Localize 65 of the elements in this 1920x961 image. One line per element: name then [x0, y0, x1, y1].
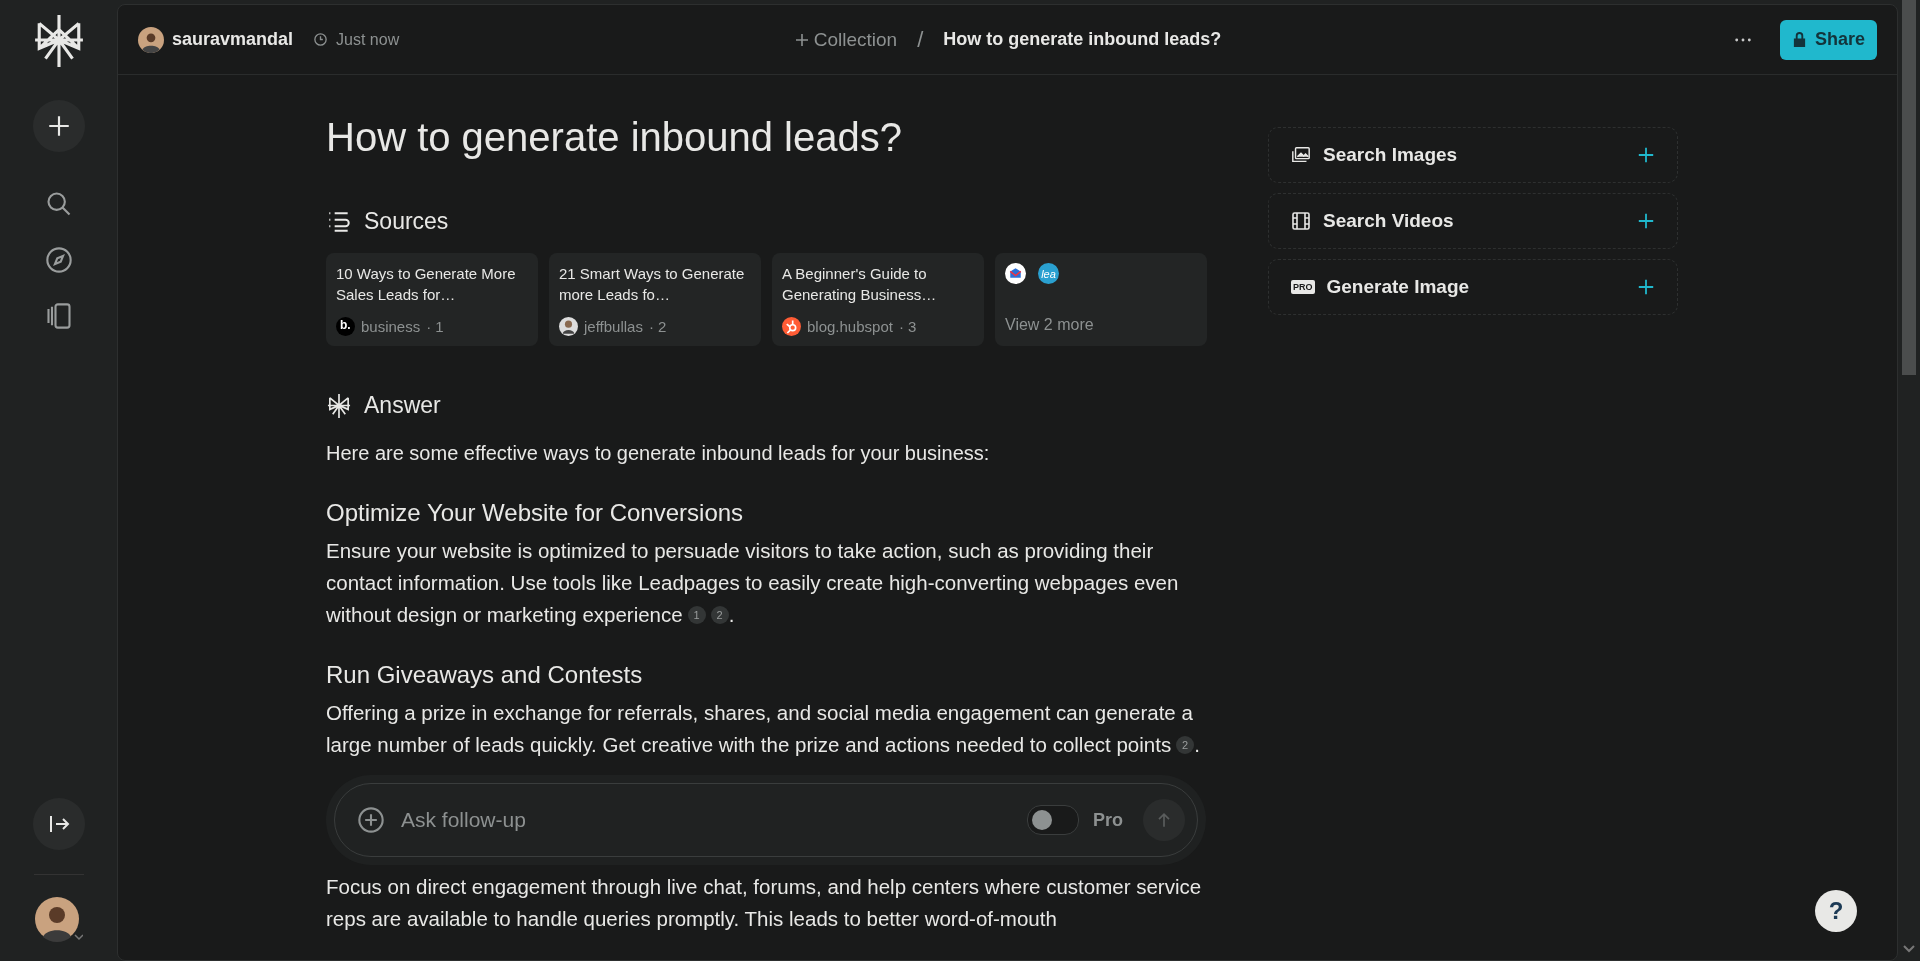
scroll-down-icon[interactable]: [1903, 945, 1915, 953]
more-sources-card[interactable]: lea View 2 more: [995, 253, 1207, 346]
follow-up-field[interactable]: Ask follow-up: [399, 807, 1013, 833]
action-button[interactable]: Search Videos: [1268, 193, 1678, 249]
citation-badge[interactable]: 2: [1176, 736, 1195, 754]
search-icon[interactable]: [44, 190, 73, 218]
help-button[interactable]: ?: [1815, 890, 1857, 932]
sprocket-icon: [782, 317, 801, 336]
source-site: business: [361, 318, 421, 335]
timestamp: Just now: [336, 30, 400, 49]
pro-label: Pro: [1093, 809, 1123, 831]
thread-title: How to generate inbound leads?: [943, 29, 1222, 50]
answer-subheading: Run Giveaways and Contests: [326, 661, 643, 689]
section-heading: Answer: [364, 392, 441, 419]
library-icon[interactable]: [44, 302, 73, 330]
scrollbar-thumb[interactable]: [1902, 0, 1916, 375]
source-site: jeffbullas: [584, 318, 643, 335]
page-title: How to generate inbound leads?: [326, 115, 902, 160]
answer-paragraph: Focus on direct engagement through live chat, forums, and help centers where customer service reps are available to handle queries promptly. This leads to better word-of-mouth: [326, 874, 1203, 932]
source-index: · 3: [898, 318, 917, 335]
share-button[interactable]: Share: [1779, 19, 1877, 60]
compass-icon[interactable]: [44, 246, 73, 274]
person-icon: [559, 317, 578, 336]
view-more-link[interactable]: View 2 more: [1005, 316, 1197, 334]
answer-paragraph: Offering a prize in exchange for referrals, shares, and social media engagement can generate a large number of leads quickly. Get creative with the prize and actions needed to collect points 2 .: [326, 700, 1201, 758]
avatar-icon[interactable]: [138, 26, 164, 53]
source-card[interactable]: 10 Ways to Generate More Sales Leads for… b. business · 1: [326, 253, 538, 346]
add-icon[interactable]: [1637, 212, 1655, 230]
source-index: · 2: [648, 318, 667, 335]
avatar-icon[interactable]: [34, 897, 83, 945]
citation-badge[interactable]: 1: [687, 606, 706, 624]
lock-icon: [1791, 31, 1807, 48]
breadcrumb-separator: /: [917, 26, 924, 53]
username[interactable]: sauravmandal: [172, 29, 294, 50]
answer-subheading: Optimize Your Website for Conversions: [326, 499, 744, 527]
answer-intro: Here are some effective ways to generate inbound leads for your business:: [326, 441, 990, 466]
logo-icon: [326, 392, 352, 419]
film-icon: [1291, 211, 1311, 231]
answer-paragraph: Ensure your website is optimized to persuade visitors to take action, such as providing their contact information. Use tools like Leadpages to easily create high-converting webpages even without design or marketing experience 1 2 .: [326, 538, 1180, 628]
add-icon[interactable]: [1637, 278, 1655, 296]
action-button[interactable]: Search Images: [1268, 127, 1678, 183]
source-title: 21 Smart Ways to Generate more Leads fo…: [559, 264, 746, 305]
source-card[interactable]: A Beginner's Guide to Generating Business… blog.hubspot · 3: [772, 253, 984, 346]
source-title: A Beginner's Guide to Generating Business…: [782, 264, 938, 305]
plus-icon: [793, 31, 810, 48]
clock-icon: [313, 32, 329, 47]
collection-button[interactable]: Collection: [793, 28, 898, 51]
citation-badge[interactable]: 2: [710, 606, 729, 624]
pro-toggle[interactable]: [1027, 805, 1079, 835]
favicon-logo: lea: [1038, 263, 1059, 284]
add-icon[interactable]: [1637, 146, 1655, 164]
more-icon[interactable]: [1733, 36, 1752, 43]
site-favicon-icon: [336, 317, 355, 336]
mail-favicon-icon: [1005, 263, 1026, 284]
source-index: · 1: [426, 318, 444, 335]
attach-icon[interactable]: [357, 806, 385, 834]
section-heading: Sources: [364, 208, 449, 235]
logo-icon[interactable]: [32, 12, 85, 70]
images-icon: [1291, 145, 1311, 165]
source-card[interactable]: 21 Smart Ways to Generate more Leads fo… jeffbullas · 2: [549, 253, 761, 346]
source-site: blog.hubspot: [807, 318, 893, 335]
favicon-letter: b.: [340, 318, 351, 332]
action-button[interactable]: PRO Generate Image: [1268, 259, 1678, 315]
source-title: 10 Ways to Generate More Sales Leads for…: [336, 264, 517, 305]
pro-badge: PRO: [1291, 280, 1315, 294]
